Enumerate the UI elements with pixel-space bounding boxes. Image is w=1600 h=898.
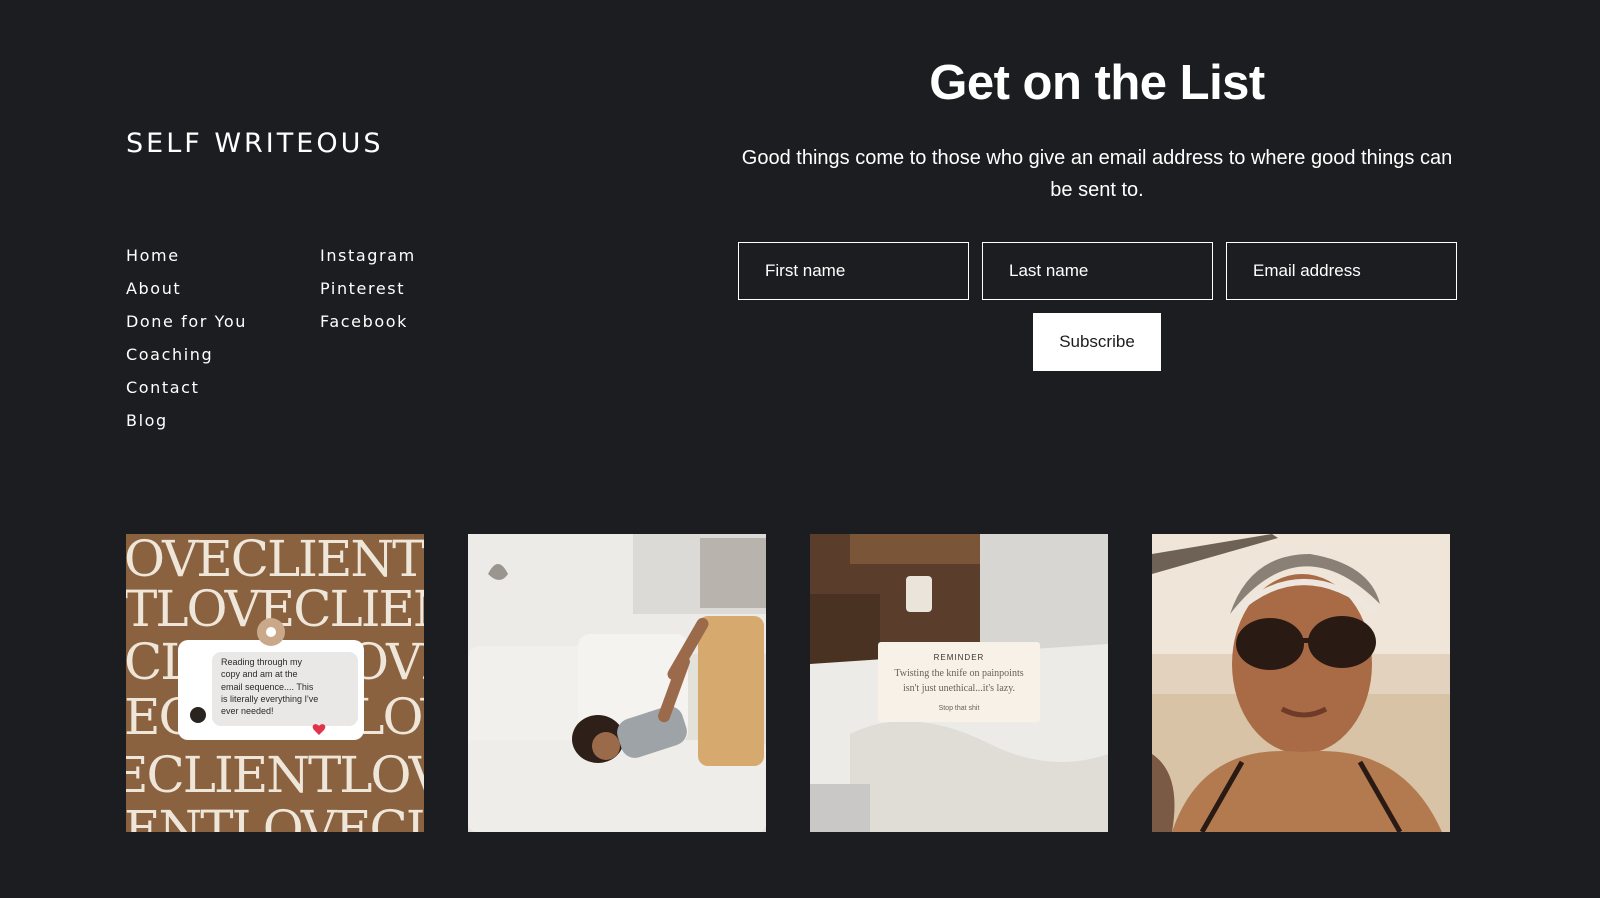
message-line: Reading through my [221, 657, 303, 667]
reminder-footer: Stop that shit [939, 705, 980, 712]
gallery-image-selfie[interactable] [1152, 534, 1450, 832]
nav-link-coaching[interactable]: Coaching [126, 345, 213, 364]
nav-item: Instagram [320, 244, 416, 277]
gallery-image-sofa[interactable] [468, 534, 766, 832]
nav-item: About [126, 277, 247, 310]
reminder-photo: REMINDER Twisting the knife on painpoint… [810, 534, 1108, 832]
nav-item: Blog [126, 409, 247, 442]
pattern-row: ECLIENTLOVE [126, 746, 424, 804]
nav-item: Contact [126, 376, 247, 409]
nav-item: Done for You [126, 310, 247, 343]
client-love-graphic: OVECLIENTL TLOVECLIEN CLIENTLOVE ECLIENT… [126, 534, 424, 832]
gallery-image-reminder[interactable]: REMINDER Twisting the knife on painpoint… [810, 534, 1108, 832]
pattern-row: ENTLOVECLI [126, 800, 424, 832]
reminder-line: Twisting the knife on painpoints [894, 668, 1023, 679]
last-name-input[interactable] [982, 242, 1213, 300]
nav-link-home[interactable]: Home [126, 246, 180, 265]
nav-social: Instagram Pinterest Facebook [320, 244, 416, 343]
message-line: copy and am at the [221, 669, 298, 679]
nav-link-about[interactable]: About [126, 279, 181, 298]
nav-link-contact[interactable]: Contact [126, 378, 199, 397]
first-name-input[interactable] [738, 242, 969, 300]
instagram-gallery: OVECLIENTL TLOVECLIEN CLIENTLOVE ECLIENT… [126, 534, 1450, 832]
nav-link-pinterest[interactable]: Pinterest [320, 279, 405, 298]
subscribe-button[interactable]: Subscribe [1033, 313, 1161, 371]
newsletter-title: Get on the List [929, 56, 1265, 110]
reminder-line: isn't just unethical...it's lazy. [903, 683, 1015, 694]
nav-link-done-for-you[interactable]: Done for You [126, 312, 247, 331]
newsletter-form [738, 242, 1457, 300]
nav-link-instagram[interactable]: Instagram [320, 246, 416, 265]
reminder-heading: REMINDER [934, 653, 985, 662]
nav-item: Facebook [320, 310, 416, 343]
sofa-photo [468, 534, 766, 832]
message-line: is literally everything I've [221, 694, 318, 704]
nav-pages: Home About Done for You Coaching Contact… [126, 244, 247, 442]
avatar-icon [190, 707, 206, 723]
nav-item: Home [126, 244, 247, 277]
footer-section: SELF WRITEOUS Home About Done for You Co… [0, 0, 1600, 898]
message-line: ever needed! [221, 706, 274, 716]
nav-item: Coaching [126, 343, 247, 376]
nav-link-blog[interactable]: Blog [126, 411, 168, 430]
selfie-photo [1152, 534, 1450, 832]
nav-link-facebook[interactable]: Facebook [320, 312, 408, 331]
gallery-image-client-love[interactable]: OVECLIENTL TLOVECLIEN CLIENTLOVE ECLIENT… [126, 534, 424, 832]
newsletter-signup: Get on the List Good things come to thos… [736, 50, 1458, 206]
message-line: email sequence.... This [221, 682, 314, 692]
newsletter-description: Good things come to those who give an em… [741, 147, 1453, 201]
nav-item: Pinterest [320, 277, 416, 310]
email-input[interactable] [1226, 242, 1457, 300]
brand-logo[interactable]: SELF WRITEOUS [126, 128, 383, 159]
